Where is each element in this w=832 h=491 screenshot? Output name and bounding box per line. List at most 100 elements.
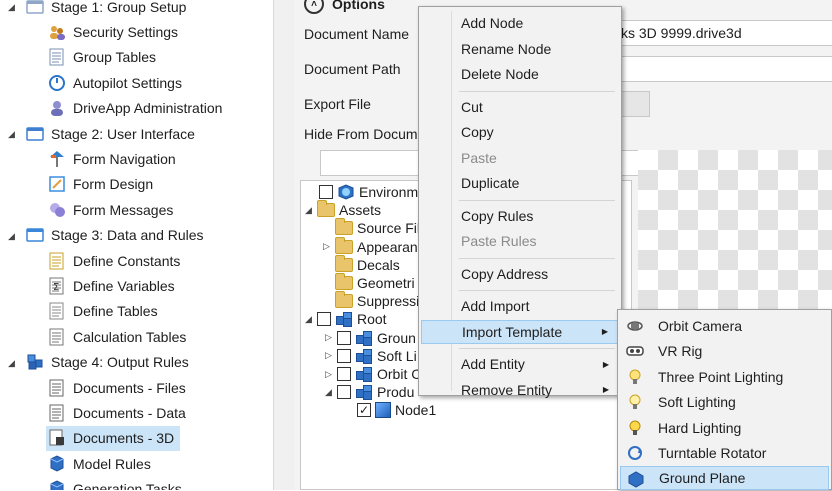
menu-item-import-template[interactable]: Import Template ▶ <box>421 319 619 344</box>
submenu-item-three-point-lighting[interactable]: Three Point Lighting <box>620 365 829 389</box>
tree-node[interactable]: ▷ Appearan <box>323 236 418 256</box>
tree-node[interactable]: Source Fil <box>335 218 421 237</box>
menu-item-copy[interactable]: Copy <box>421 120 619 144</box>
checkbox[interactable] <box>317 312 331 327</box>
menu-item-label: Cut <box>461 98 483 115</box>
menu-item-add-node[interactable]: Add Node <box>421 11 619 35</box>
submenu-item-turntable-rotator[interactable]: Turntable Rotator <box>620 441 829 465</box>
nav-item[interactable]: Form Navigation <box>48 146 176 171</box>
expander-closed-icon[interactable]: ▷ <box>325 350 332 361</box>
expander-open-icon[interactable]: ◢ <box>8 129 18 139</box>
nav-item-label: Define Tables <box>73 303 158 320</box>
nav-item-label: Calculation Tables <box>73 328 187 345</box>
document-path-field[interactable] <box>614 56 832 82</box>
cube-icon <box>375 402 391 419</box>
options-header[interactable]: ˄ Options <box>304 0 385 14</box>
viewport-3d[interactable] <box>638 150 832 330</box>
nav-item[interactable]: Documents - 3D <box>46 425 180 451</box>
checkbox[interactable] <box>337 348 351 363</box>
document-name-field[interactable]: ks 3D 9999.drive3d <box>614 20 832 46</box>
nav-item[interactable]: Autopilot Settings <box>48 70 182 95</box>
nav-item[interactable]: Define Tables <box>48 299 158 324</box>
tree-node-label: Source Fil <box>357 220 421 237</box>
stage-header[interactable]: Stage 4: Output Rules <box>26 350 189 375</box>
nav-item[interactable]: Form Design <box>48 172 153 197</box>
expander-open-icon[interactable]: ◢ <box>8 2 18 12</box>
constants-icon <box>48 252 66 270</box>
folder-icon <box>335 254 353 272</box>
turntable-rotator-icon <box>626 444 644 462</box>
expander-closed-icon[interactable]: ▷ <box>323 241 330 252</box>
vr-rig-icon <box>626 342 644 360</box>
tree-node[interactable]: ▷ Groun <box>325 329 416 347</box>
checkbox[interactable] <box>337 385 351 400</box>
menu-item-add-entity[interactable]: Add Entity ▶ <box>421 352 619 376</box>
tree-node[interactable]: ▷ Orbit C <box>325 365 421 383</box>
menu-item-paste-rules[interactable]: Paste Rules <box>421 229 619 253</box>
cubes-icon <box>335 311 353 328</box>
nav-item[interactable]: Documents - Data <box>48 400 186 425</box>
nav-item[interactable]: Define Constants <box>48 248 180 273</box>
stage-header[interactable]: Stage 3: Data and Rules <box>26 223 204 248</box>
submenu-item-soft-lighting[interactable]: Soft Lighting <box>620 390 829 414</box>
expander-closed-icon[interactable]: ▷ <box>325 332 332 343</box>
tree-node[interactable]: ◢ Produ <box>325 383 414 401</box>
menu-item-add-import[interactable]: Add Import <box>421 294 619 318</box>
tree-node[interactable]: Geometri <box>335 273 415 292</box>
nav-item[interactable]: Calculation Tables <box>48 324 186 349</box>
stage-header[interactable]: Stage 2: User Interface <box>26 121 195 146</box>
menu-item-duplicate[interactable]: Duplicate <box>421 171 619 195</box>
submenu-arrow-icon: ▶ <box>602 385 609 394</box>
nav-item[interactable]: DriveApp Administration <box>48 96 222 121</box>
model-rules-icon <box>48 455 66 473</box>
expander-open-icon[interactable]: ◢ <box>325 387 332 398</box>
expander-closed-icon[interactable]: ▷ <box>325 369 332 380</box>
tree-node[interactable]: ◢ Root <box>305 310 387 328</box>
expander-open-icon[interactable]: ◢ <box>8 358 18 368</box>
nav-item-label: Form Navigation <box>73 150 176 167</box>
stage-header[interactable]: Stage 1: Group Setup <box>26 0 186 19</box>
menu-item-rename-node[interactable]: Rename Node <box>421 37 619 61</box>
nav-item[interactable]: Σ Define Variables <box>48 273 175 298</box>
submenu-item-hard-lighting[interactable]: Hard Lighting <box>620 416 829 440</box>
submenu-item-ground-plane[interactable]: Ground Plane <box>620 466 829 491</box>
collapse-icon[interactable]: ˄ <box>304 0 324 14</box>
menu-item-label: Rename Node <box>461 40 552 57</box>
nav-item[interactable]: Group Tables <box>48 45 156 70</box>
tree-node[interactable]: ▷ Soft Li <box>325 347 417 365</box>
expander-open-icon[interactable]: ◢ <box>305 314 312 325</box>
submenu-item-vr-rig[interactable]: VR Rig <box>620 339 829 363</box>
checkbox[interactable] <box>319 185 333 199</box>
menu-item-copy-rules[interactable]: Copy Rules <box>421 204 619 228</box>
menu-item-cut[interactable]: Cut <box>421 95 619 119</box>
tree-node[interactable]: Environm <box>319 183 418 201</box>
nav-item-label: Form Messages <box>73 201 174 218</box>
tree-node-label: Decals <box>357 256 400 273</box>
expander-open-icon[interactable]: ◢ <box>305 205 312 216</box>
folder-icon <box>335 236 353 254</box>
tree-node[interactable]: Suppressi <box>335 291 419 310</box>
nav-item[interactable]: Generation Tasks <box>48 477 182 490</box>
tree-node[interactable]: Decals <box>335 254 400 274</box>
nav-item[interactable]: Documents - Files <box>48 375 186 400</box>
tree-node-label: Assets <box>339 202 382 219</box>
autopilot-icon <box>48 74 66 92</box>
checkbox[interactable] <box>337 330 351 345</box>
menu-item-remove-entity[interactable]: Remove Entity ▶ <box>421 378 619 402</box>
menu-item-copy-address[interactable]: Copy Address <box>421 262 619 286</box>
nav-item[interactable]: Form Messages <box>48 197 173 222</box>
menu-item-paste[interactable]: Paste <box>421 146 619 170</box>
expander-open-icon[interactable]: ◢ <box>8 231 18 241</box>
checkbox[interactable] <box>337 367 351 381</box>
hide-from-label: Hide From Docum <box>304 126 418 142</box>
nav-item[interactable]: Model Rules <box>48 451 151 476</box>
menu-item-label: Duplicate <box>461 175 520 191</box>
menu-item-delete-node[interactable]: Delete Node <box>421 62 619 86</box>
submenu-item-orbit-camera[interactable]: Orbit Camera <box>620 314 829 338</box>
tree-node[interactable]: ◢ Assets <box>305 200 382 219</box>
node-context-menu: Add Node Rename Node Delete Node Cut Copy Pas… <box>418 6 622 398</box>
nav-item[interactable]: Security Settings <box>48 19 178 44</box>
tree-node[interactable]: ✓ Node1 <box>357 401 436 419</box>
checkbox-checked[interactable]: ✓ <box>357 403 371 418</box>
nav-item-label: Model Rules <box>73 455 151 472</box>
